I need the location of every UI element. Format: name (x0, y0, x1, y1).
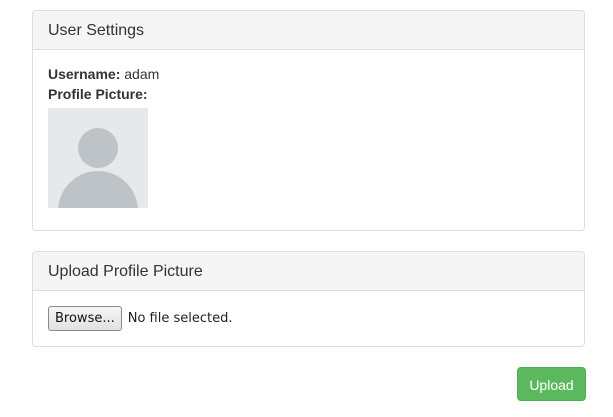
upload-button[interactable]: Upload (517, 367, 586, 401)
user-settings-panel: User Settings Username: adam Profile Pic… (32, 10, 585, 231)
username-value: adam (124, 66, 160, 82)
upload-profile-picture-panel: Upload Profile Picture Browse... No file… (32, 251, 585, 347)
page: User Settings Username: adam Profile Pic… (0, 0, 613, 417)
file-input[interactable]: Browse... No file selected. (48, 306, 569, 331)
username-label: Username: (48, 66, 121, 82)
user-settings-title: User Settings (33, 11, 584, 50)
avatar-body (58, 171, 138, 208)
browse-button[interactable]: Browse... (48, 306, 122, 331)
profile-picture-label: Profile Picture: (48, 86, 148, 102)
profile-picture-row: Profile Picture: (48, 85, 569, 103)
user-settings-body: Username: adam Profile Picture: (33, 65, 584, 208)
avatar-head (78, 128, 118, 168)
upload-panel-title: Upload Profile Picture (33, 252, 584, 291)
user-silhouette-icon (48, 108, 148, 208)
file-status-text: No file selected. (127, 311, 233, 326)
username-row: Username: adam (48, 65, 569, 83)
upload-panel-body: Browse... No file selected. (33, 306, 584, 331)
